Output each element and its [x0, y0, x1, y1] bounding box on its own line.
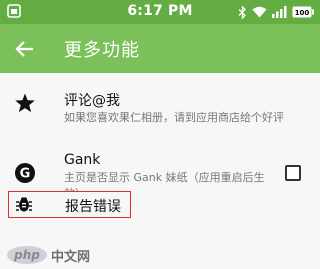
setting-title: Gank	[64, 152, 101, 168]
signal-icon	[272, 6, 287, 18]
setting-subtitle: 如果您喜欢果仁相册，请到应用商店给个好评	[64, 111, 284, 124]
gank-checkbox[interactable]	[285, 165, 301, 181]
setting-title: 评论@我	[64, 93, 120, 109]
setting-gank[interactable]: G Gank 主页是否显示 Gank 妹纸（应用重启后生效）	[0, 146, 320, 200]
star-icon	[15, 93, 35, 113]
bug-icon	[16, 197, 32, 212]
bluetooth-icon	[238, 5, 246, 19]
toolbar: 更多功能	[0, 24, 320, 73]
watermark-text: 中文网	[51, 249, 91, 265]
svg-text:G: G	[20, 167, 31, 182]
arrow-back-icon[interactable]	[14, 38, 36, 60]
page-title: 更多功能	[64, 40, 140, 61]
status-bar: 6:17 PM 100	[0, 0, 320, 24]
setting-rate-app[interactable]: 评论@我 如果您喜欢果仁相册，请到应用商店给个好评	[0, 84, 320, 140]
battery-icon: 100	[292, 6, 314, 18]
setting-title: 报告错误	[65, 199, 121, 215]
watermark: php 中文网	[6, 245, 90, 265]
status-icons: 100	[238, 5, 314, 19]
svg-text:php: php	[13, 248, 40, 262]
wifi-icon	[252, 6, 267, 18]
battery-level: 100	[295, 9, 310, 17]
g-circle-icon: G	[15, 163, 35, 183]
setting-report-bug[interactable]: 报告错误	[8, 191, 131, 218]
php-logo-icon: php	[7, 246, 47, 264]
